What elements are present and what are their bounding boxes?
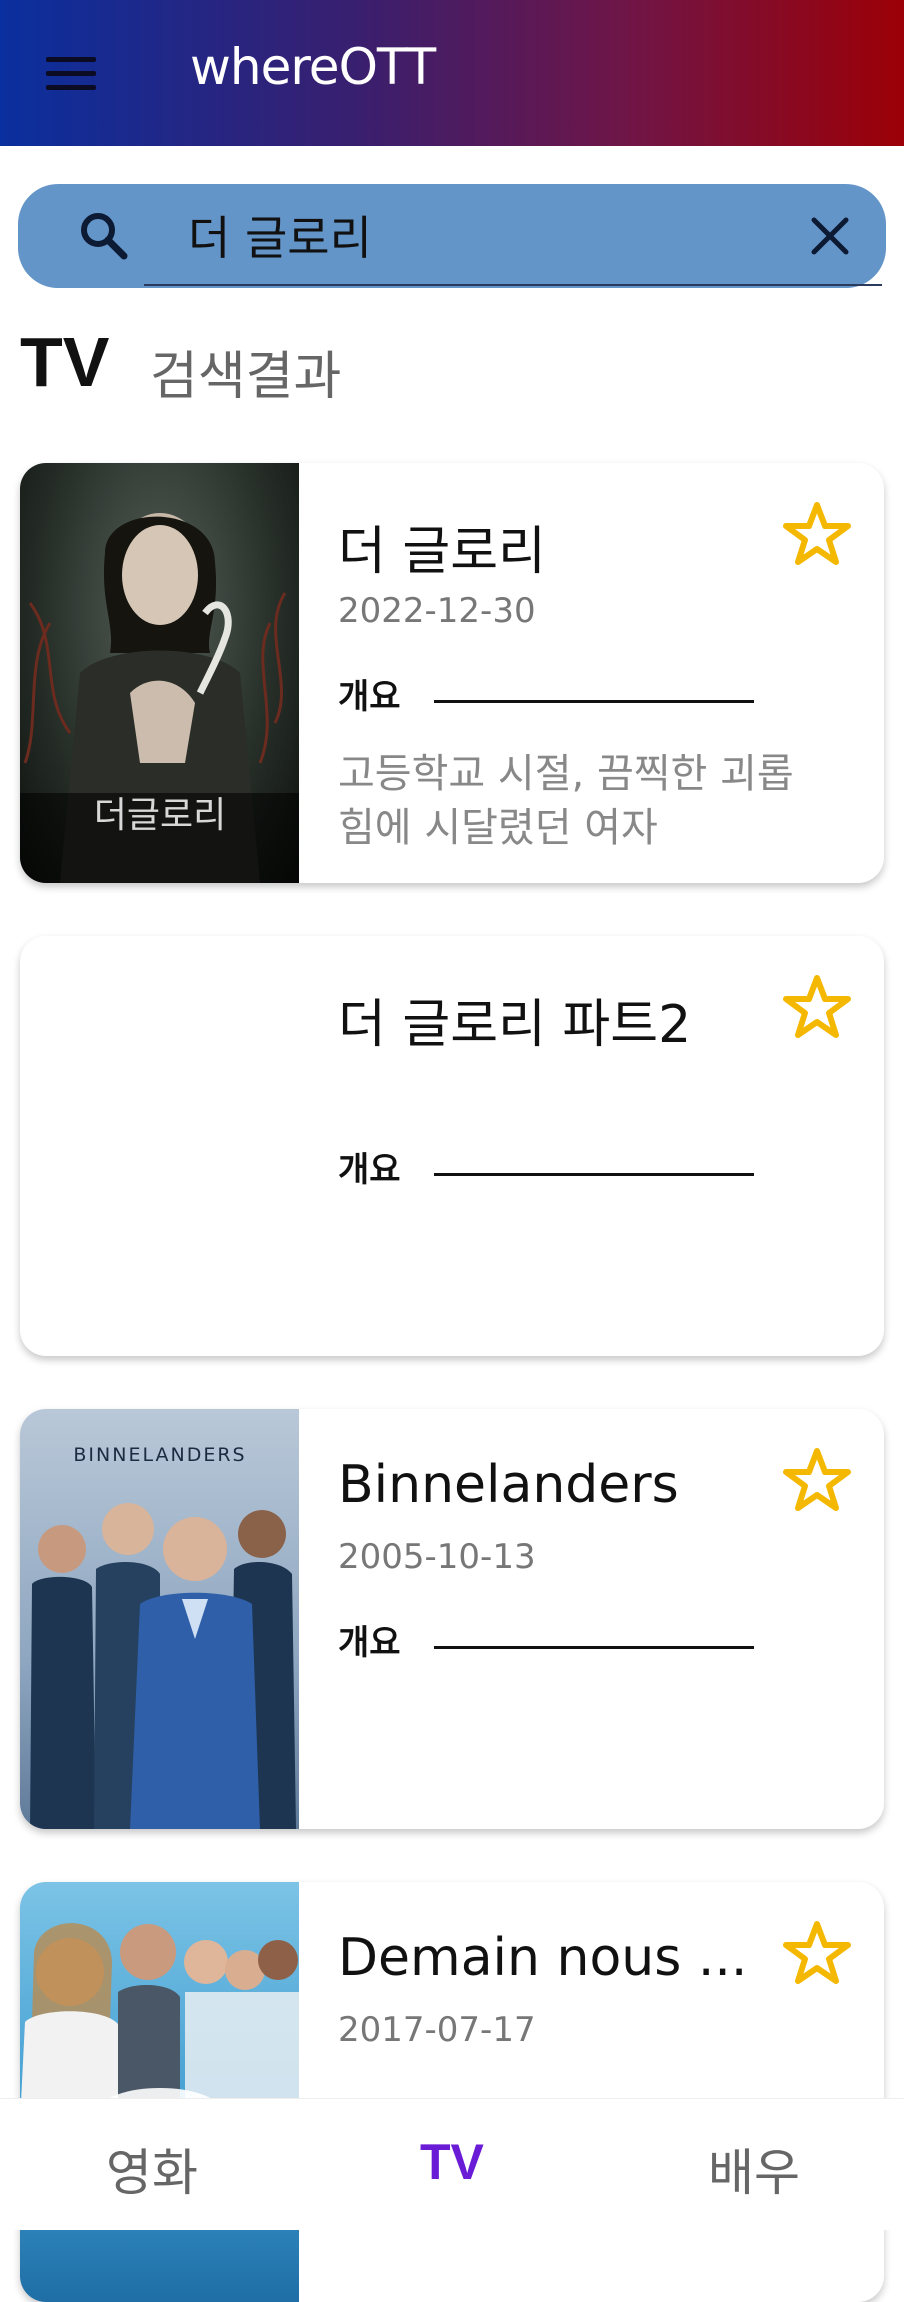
menu-icon-line <box>46 85 96 90</box>
overview-label: 개요 <box>338 1150 401 1190</box>
app-bar: whereOTT <box>0 0 904 146</box>
star-outline-icon[interactable] <box>782 499 852 569</box>
result-card[interactable]: 더 글로리 파트2 개요 <box>20 936 884 1356</box>
poster-image: 더글로리 <box>20 463 299 883</box>
nav-tv[interactable]: TV <box>420 2133 484 2191</box>
result-title: Demain nous ... <box>338 1928 748 1988</box>
poster-text: 더글로리 <box>94 795 226 836</box>
nav-movies[interactable]: 영화 <box>106 2133 198 2205</box>
poster-image: BINNELANDERS <box>20 1409 299 1829</box>
result-date: 2022-12-30 <box>338 591 536 631</box>
result-date: 2005-10-13 <box>338 1537 536 1577</box>
overview-divider <box>434 1173 754 1176</box>
section-subtitle: 검색결과 <box>150 347 342 407</box>
nav-actors[interactable]: 배우 <box>708 2133 800 2205</box>
result-title: 더 글로리 <box>338 522 546 582</box>
result-title: 더 글로리 파트2 <box>338 995 692 1055</box>
overview-label: 개요 <box>338 677 401 717</box>
result-card[interactable]: BINNELANDERS Binnelanders 2005-10-13 개요 <box>20 1409 884 1829</box>
search-underline <box>144 284 882 286</box>
result-date: 2017-07-17 <box>338 2010 536 2050</box>
result-card[interactable]: Demain nous ... 2017-07-17 <box>20 1882 884 2302</box>
poster-artwork: BINNELANDERS <box>30 1444 296 1829</box>
overview-text: 고등학교 시절, 끔찍한 괴롭힘에 시달렸던 여자 <box>338 751 794 851</box>
poster-artwork: 더글로리 <box>20 513 299 883</box>
overview-divider <box>434 1646 754 1649</box>
menu-icon[interactable] <box>46 55 100 91</box>
poster-image <box>20 1882 299 2302</box>
section-title: TV <box>20 323 110 401</box>
search-icon <box>81 213 128 260</box>
app-title: whereOTT <box>190 38 436 96</box>
star-outline-icon[interactable] <box>782 1445 852 1515</box>
menu-icon-line <box>46 57 96 62</box>
search-input[interactable] <box>144 198 774 272</box>
star-outline-icon[interactable] <box>782 972 852 1042</box>
close-icon[interactable] <box>804 210 856 262</box>
menu-icon-line <box>46 71 96 76</box>
result-card[interactable]: 더글로리 더 글로리 2022-12-30 개요 고등학교 시절, 끔찍한 괴롭… <box>20 463 884 883</box>
star-outline-icon[interactable] <box>782 1918 852 1988</box>
search-bar <box>18 184 886 288</box>
poster-artwork <box>20 1923 299 2132</box>
overview-label: 개요 <box>338 1623 401 1663</box>
result-title: Binnelanders <box>338 1455 679 1515</box>
bottom-navigation: 영화 TV 배우 <box>0 2098 904 2230</box>
poster-text: BINNELANDERS <box>73 1444 246 1466</box>
overview-divider <box>434 700 754 703</box>
